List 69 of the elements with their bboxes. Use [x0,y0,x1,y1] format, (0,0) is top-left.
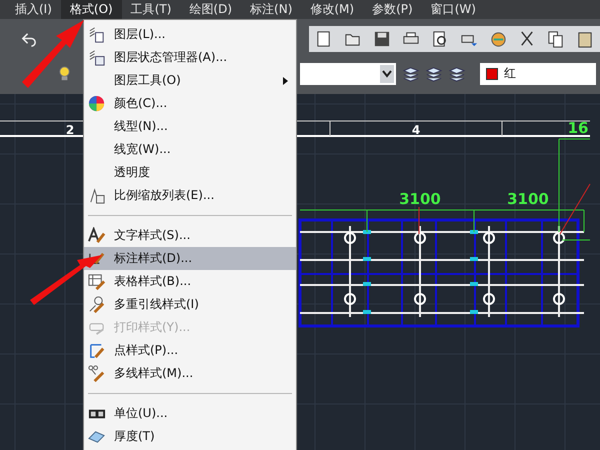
menu-item-label: 颜色(C)... [114,95,168,112]
menu-item[interactable]: 多线样式(M)... [84,362,296,385]
annotation-arrow [22,20,84,88]
menu-item[interactable]: 线型(N)... [84,115,296,138]
menu-item[interactable]: 表格样式(B)... [84,270,296,293]
menu-item-label: 线宽(W)... [114,141,171,158]
magnifier-icon[interactable] [431,30,449,48]
menu-item-label: 透明度 [114,164,150,181]
menu-item[interactable]: 文字样式(S)... [84,224,296,247]
table-brush-icon [88,272,106,290]
dimension-text: 3100 [399,190,441,208]
menu-item[interactable]: 线宽(W)... [84,138,296,161]
menu-item-label: 点样式(P)... [114,342,178,359]
menu-item[interactable]: 标注样式(D)... [84,247,296,270]
layers-icon [88,48,106,66]
menu-item[interactable]: 透明度 [84,161,296,184]
menu-item-label: 标注样式(D)... [114,250,192,267]
menu-bar-item[interactable]: 插入(I) [6,0,61,19]
menu-bar-item[interactable]: 修改(M) [301,0,364,19]
multiline-brush-icon [88,364,106,382]
menu-item[interactable]: 单位(U)... [84,402,296,425]
layers-icon [88,26,106,44]
dimension-text: 16 [568,119,588,137]
menu-item-label: 文字样式(S)... [114,227,190,244]
leader-brush-icon [88,296,106,314]
menu-item[interactable]: 颜色(C)... [84,92,296,115]
menu-item[interactable]: 图层状态管理器(A)... [84,46,296,69]
caret-icon [380,64,394,82]
menu-bar-item[interactable]: 窗口(W) [422,0,485,19]
menu-item-label: 表格样式(B)... [114,273,192,290]
axis-label: 2 [66,123,74,137]
color-dropdown[interactable]: 红 [480,62,596,84]
color-name: 红 [504,65,516,82]
menu-item-label: 图层状态管理器(A)... [114,49,228,66]
annotation-arrow [30,255,102,305]
point-brush-icon [88,342,106,360]
save-icon[interactable] [373,30,391,48]
menu-item-label: 线型(N)... [114,118,168,135]
layer-dropdown[interactable] [300,62,396,84]
menu-bar-item[interactable]: 参数(P) [363,0,422,19]
axis-label: 4 [412,123,420,137]
menu-item-label: 比例缩放列表(E)... [114,187,214,204]
menu-item[interactable]: 比例缩放列表(E)... [84,184,296,207]
menu-item[interactable]: 多重引线样式(I) [84,293,296,316]
menu-bar-item[interactable]: 工具(T) [122,0,180,19]
dimension-text: 3100 [507,190,549,208]
layers-icon[interactable] [402,64,420,82]
menu-bar-item[interactable]: 格式(O) [60,0,122,19]
scale-list-icon [88,186,106,204]
text-brush-icon [88,226,106,244]
submenu-arrow-icon [283,76,288,84]
menu-item[interactable]: 图层工具(O) [84,69,296,92]
menu-bar-item[interactable]: 标注(N) [241,0,302,19]
menu-item-label: 图层(L)... [114,26,166,43]
color-wheel-icon [88,94,106,112]
menu-item-label: 图层工具(O) [114,72,181,89]
menu-bar-item[interactable]: 绘图(D) [180,0,242,19]
layers-icon[interactable] [448,64,466,82]
menu-item[interactable]: 点样式(P)... [84,339,296,362]
menu-item[interactable]: 图层(L)... [84,23,296,46]
menu-item-label: 打印样式(Y)... [114,319,190,336]
menu-item-label: 多线样式(M)... [114,365,194,382]
menu-item-label: 厚度(T) [114,428,155,445]
copy-icon[interactable] [547,30,565,48]
menu-item-label: 多重引线样式(I) [114,296,199,313]
menu-item-label: 单位(U)... [114,405,168,422]
menu-item[interactable]: 厚度(T) [84,425,296,448]
layers-icon[interactable] [425,64,443,82]
clipboard-icon[interactable] [576,30,594,48]
